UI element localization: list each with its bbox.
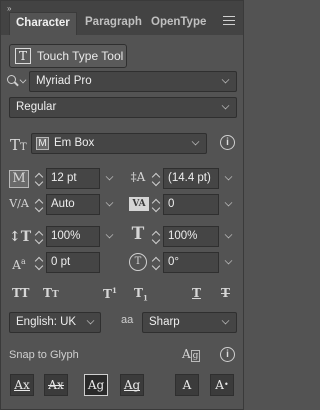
leading-input[interactable]: (14.4 pt)	[163, 168, 219, 189]
touch-type-label: Touch Type Tool	[37, 49, 124, 63]
info-icon[interactable]: i	[220, 135, 235, 150]
language-value: English: UK	[16, 316, 77, 328]
vertical-scale-icon: ↕T	[9, 229, 32, 245]
tab-paragraph[interactable]: Paragraph	[79, 12, 148, 35]
superscript-button[interactable]: T1	[103, 286, 117, 302]
character-panel: » Character Paragraph OpenType T Touch T…	[0, 0, 244, 410]
chevron-down-icon	[221, 316, 230, 325]
font-style-dropdown[interactable]: Regular	[9, 97, 237, 118]
touch-type-tool-button[interactable]: T Touch Type Tool	[9, 44, 127, 68]
snap-to-glyph-label: Snap to Glyph	[9, 349, 79, 361]
anti-aliasing-icon: aa	[121, 314, 134, 326]
vertical-scale-input[interactable]: 100%	[46, 226, 100, 247]
tab-strip: » Character Paragraph OpenType	[1, 1, 243, 35]
vertical-scale-stepper[interactable]	[34, 229, 44, 247]
panel-menu-icon[interactable]	[223, 16, 235, 25]
font-search-icon[interactable]	[7, 75, 27, 89]
anti-aliasing-value: Sharp	[149, 316, 180, 328]
character-rotation-dropdown[interactable]	[220, 252, 238, 273]
underline-button[interactable]: T	[192, 286, 201, 302]
subscript-button[interactable]: T1	[134, 286, 148, 302]
leading-icon: ‡A	[130, 170, 146, 184]
tab-character[interactable]: Character	[9, 12, 77, 35]
small-caps-button[interactable]: TT	[43, 286, 59, 302]
character-rotation-stepper[interactable]	[151, 255, 161, 273]
kerning-stepper[interactable]	[34, 197, 44, 215]
baseline-shift-input[interactable]: 0 pt	[46, 252, 100, 273]
leading-dropdown[interactable]	[220, 168, 238, 189]
font-family-value: Myriad Pro	[36, 75, 92, 87]
char-alignment-value: Em Box	[54, 137, 95, 149]
chevron-down-icon	[221, 101, 230, 110]
language-dropdown[interactable]: English: UK	[9, 312, 101, 333]
baseline-shift-stepper[interactable]	[34, 255, 44, 273]
kerning-dropdown[interactable]	[101, 194, 119, 215]
baseline-shift-icon: Aa	[12, 257, 26, 272]
char-alignment-dropdown[interactable]: M Em Box	[31, 133, 207, 154]
horizontal-scale-stepper[interactable]	[151, 229, 161, 247]
glyph-guides-icon[interactable]: Ag	[182, 347, 201, 362]
tracking-stepper[interactable]	[151, 197, 161, 215]
tracking-input[interactable]: 0	[163, 194, 219, 215]
chevron-down-icon	[191, 137, 200, 146]
character-rotation-input[interactable]: 0°	[163, 252, 219, 273]
snap-anchor-point-button[interactable]: A•	[210, 374, 234, 396]
font-size-stepper[interactable]	[34, 171, 44, 189]
chevron-down-icon	[221, 75, 230, 84]
font-size-dropdown[interactable]	[101, 168, 119, 189]
horizontal-scale-dropdown[interactable]	[220, 226, 238, 247]
font-family-dropdown[interactable]: Myriad Pro	[29, 71, 237, 92]
anti-aliasing-dropdown[interactable]: Sharp	[142, 312, 237, 333]
tracking-dropdown[interactable]	[220, 194, 238, 215]
touch-type-icon: T	[15, 48, 31, 64]
all-caps-button[interactable]: TT	[12, 286, 29, 302]
font-size-icon: M	[9, 170, 29, 188]
font-style-value: Regular	[16, 101, 57, 113]
snap-proxy-button[interactable]: Ag	[120, 374, 144, 396]
kerning-input[interactable]: Auto	[46, 194, 100, 215]
horizontal-scale-input[interactable]: 100%	[163, 226, 219, 247]
font-size-input[interactable]: 12 pt	[46, 168, 100, 189]
horizontal-scale-icon: T	[131, 224, 145, 244]
strikethrough-button[interactable]: T	[221, 286, 230, 302]
snap-glyph-bounds-button[interactable]: Ag	[84, 374, 108, 396]
tracking-icon: VA	[129, 197, 149, 211]
em-box-icon: M	[36, 137, 49, 150]
snap-baseline-button[interactable]: Ax	[10, 374, 34, 396]
leading-stepper[interactable]	[151, 171, 161, 189]
info-icon[interactable]: i	[220, 347, 235, 362]
kerning-icon: V/A	[9, 197, 29, 210]
character-rotation-icon: T	[129, 253, 147, 271]
tab-opentype[interactable]: OpenType	[145, 12, 212, 35]
snap-x-height-button[interactable]: Ax	[44, 374, 68, 396]
chevron-down-icon	[86, 316, 95, 325]
character-alignment-icon: TT	[10, 136, 27, 154]
snap-angular-button[interactable]: A	[175, 374, 199, 396]
vertical-scale-dropdown[interactable]	[101, 226, 119, 247]
